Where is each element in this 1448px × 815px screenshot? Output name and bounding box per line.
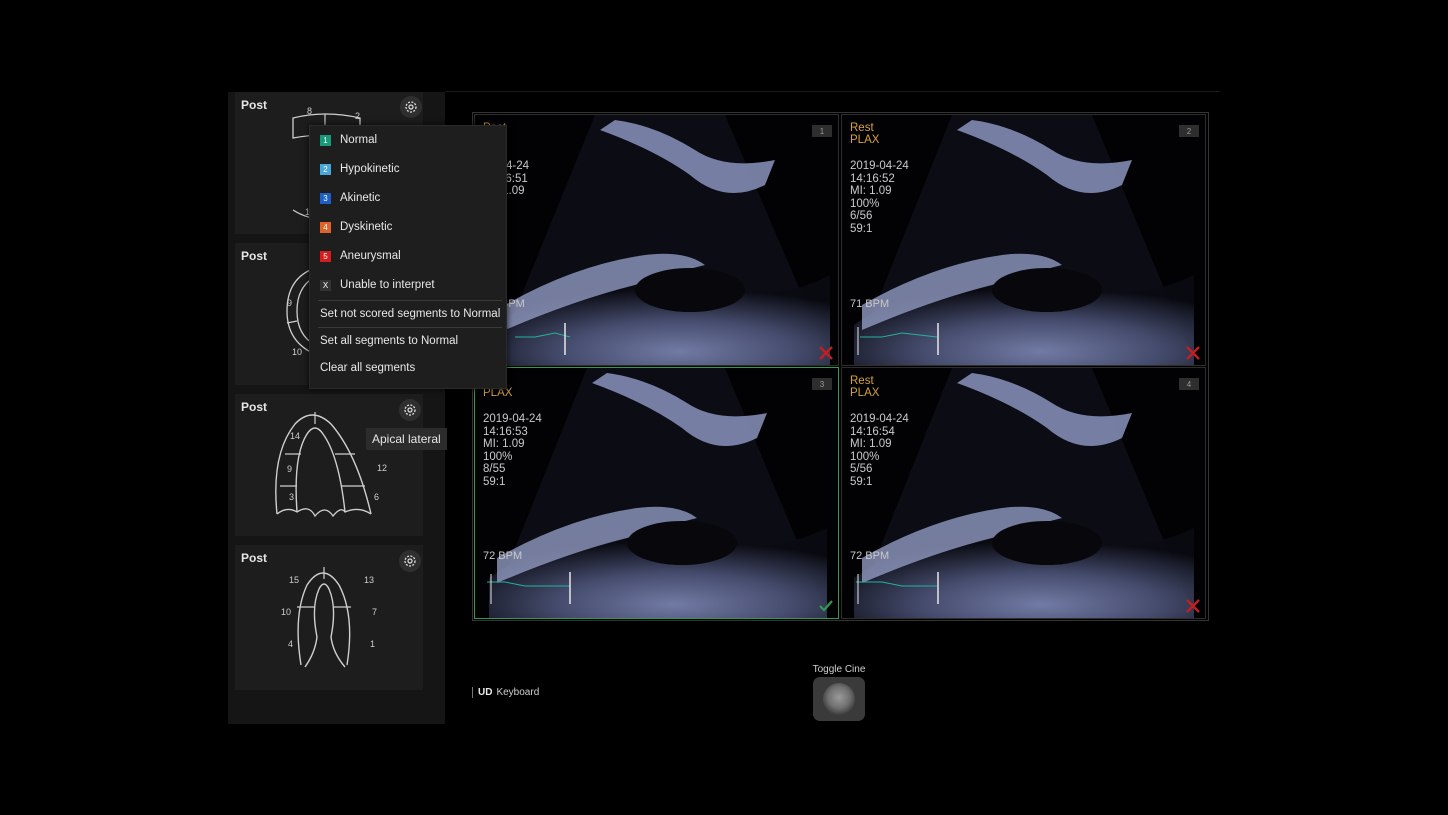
segment-label: 1	[370, 639, 376, 649]
set-not-scored-normal-item[interactable]: Set not scored segments to Normal	[320, 308, 500, 320]
viewport-stage-label: Rest	[850, 375, 874, 387]
viewport-number: 1	[812, 125, 832, 137]
score-option-normal[interactable]: 1 Normal	[320, 134, 377, 146]
heart-rate-label: 72 BPM	[483, 550, 523, 562]
viewport-info: 2019-04-24 14:16:52 MI: 1.09 100% 6/56 5…	[850, 160, 909, 235]
viewport-number: 3	[812, 378, 832, 390]
score-option-dyskinetic[interactable]: 4 Dyskinetic	[320, 221, 392, 233]
segment-score-menu: 1 Normal 2 Hypokinetic 3 Akinetic 4 Dysk…	[309, 125, 507, 389]
viewport-number: 2	[1179, 125, 1199, 137]
menu-divider	[318, 327, 502, 328]
score-label: Dyskinetic	[340, 221, 393, 233]
keyboard-label: Keyboard	[496, 687, 540, 698]
score-label: Unable to interpret	[340, 279, 435, 291]
accept-check-icon[interactable]	[818, 598, 834, 614]
segment-label: 10	[292, 347, 303, 357]
score-option-hypokinetic[interactable]: 2 Hypokinetic	[320, 163, 399, 175]
segment-label: 4	[288, 639, 294, 649]
heart-rate-label: 72 BPM	[850, 550, 890, 562]
viewport-3[interactable]: PLAX 2019-04-24 14:16:53 MI: 1.09 100% 8…	[474, 367, 839, 619]
segment-label: 2	[355, 111, 361, 121]
score-swatch: 1	[320, 134, 331, 146]
segment-label: 9	[287, 464, 293, 474]
score-option-unable[interactable]: X Unable to interpret	[320, 279, 435, 291]
clear-all-segments-item[interactable]: Clear all segments	[320, 362, 415, 374]
apical-lateral-segment-diagram[interactable]	[235, 394, 423, 536]
viewport-stage-label: Rest	[850, 122, 874, 134]
viewport-view-label: PLAX	[850, 134, 880, 146]
ultrasound-image	[487, 368, 827, 618]
score-swatch: 5	[320, 250, 331, 262]
ultrasound-image	[495, 115, 830, 365]
viewport-info: 2019-04-24 14:16:53 MI: 1.09 100% 8/55 5…	[483, 413, 542, 488]
set-all-normal-item[interactable]: Set all segments to Normal	[320, 335, 458, 347]
score-card-4[interactable]: Post 15 13 10 7 4 1	[235, 545, 423, 690]
score-label: Normal	[340, 134, 378, 146]
viewport-number: 4	[1179, 378, 1199, 390]
reject-x-icon[interactable]	[1185, 345, 1201, 361]
score-swatch: X	[320, 279, 331, 291]
ud-label: UD	[478, 687, 493, 698]
menu-divider	[318, 300, 502, 301]
score-label: Hypokinetic	[340, 163, 400, 175]
toggle-cine-button[interactable]	[813, 677, 865, 721]
cine-knob-icon	[823, 683, 855, 715]
view-tooltip: Apical lateral	[366, 428, 447, 450]
segment-label: 10	[281, 607, 292, 617]
segment-label: 9	[287, 298, 293, 308]
viewport-4[interactable]: Rest PLAX 2019-04-24 14:16:54 MI: 1.09 1…	[841, 367, 1206, 619]
segment-label: 8	[307, 106, 313, 116]
viewport-2[interactable]: Rest PLAX 2019-04-24 14:16:52 MI: 1.09 1…	[841, 114, 1206, 366]
score-option-aneurysmal[interactable]: 5 Aneurysmal	[320, 250, 401, 262]
ud-keyboard-indicator[interactable]: UD Keyboard	[472, 687, 539, 698]
viewport-info: 2019-04-24 14:16:54 MI: 1.09 100% 5/56 5…	[850, 413, 909, 488]
score-card-3[interactable]: Post 14 12 9 3 6	[235, 394, 423, 536]
score-swatch: 2	[320, 163, 331, 175]
toggle-cine-label: Toggle Cine	[812, 664, 866, 675]
score-label: Aneurysmal	[340, 250, 401, 262]
ultrasound-image	[854, 368, 1194, 618]
score-option-akinetic[interactable]: 3 Akinetic	[320, 192, 380, 204]
segment-label: 14	[290, 431, 301, 441]
top-divider	[445, 91, 1220, 92]
reject-x-icon[interactable]	[818, 345, 834, 361]
segment-label: 3	[289, 492, 295, 502]
image-grid: Post 19-04-24 14:16:51 MI: 1.09 % BPM 1 …	[472, 112, 1209, 621]
segment-label: 7	[372, 607, 378, 617]
segment-label: 15	[289, 575, 300, 585]
score-label: Akinetic	[340, 192, 381, 204]
apical-2ch-segment-diagram[interactable]	[235, 545, 423, 690]
viewport-view-label: PLAX	[850, 387, 880, 399]
ultrasound-image	[854, 115, 1194, 365]
segment-label: 6	[374, 492, 380, 502]
segment-label: 13	[364, 575, 375, 585]
score-swatch: 3	[320, 192, 331, 204]
segment-label: 12	[377, 463, 388, 473]
score-swatch: 4	[320, 221, 331, 233]
viewport-1[interactable]: Post 19-04-24 14:16:51 MI: 1.09 % BPM 1	[474, 114, 839, 366]
reject-x-icon[interactable]	[1185, 598, 1201, 614]
heart-rate-label: 71 BPM	[850, 298, 890, 310]
